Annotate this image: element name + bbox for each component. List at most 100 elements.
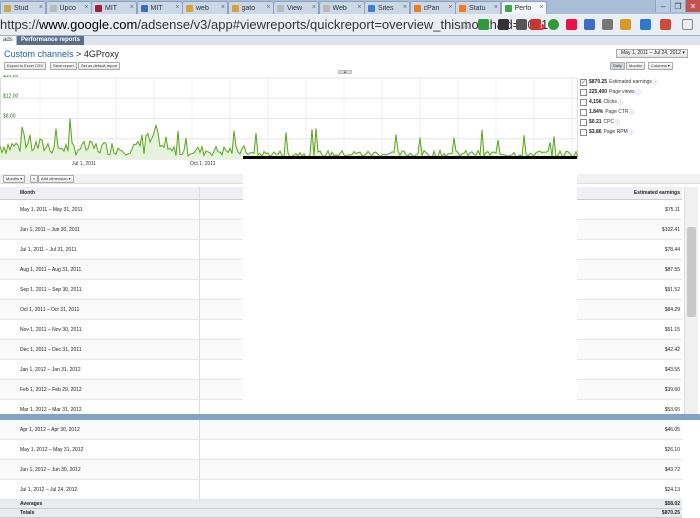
tab-close-icon[interactable]: ×	[312, 4, 316, 11]
column-divider	[199, 240, 200, 259]
save-report-button[interactable]: Save report	[50, 62, 77, 70]
extension-w-icon[interactable]	[640, 19, 651, 30]
tab-close-icon[interactable]: ×	[39, 4, 43, 11]
browser-tab[interactable]: cPan ×	[409, 1, 456, 14]
browser-tab[interactable]: Sites ×	[364, 1, 410, 14]
export-csv-button[interactable]: Export to Excel CSV	[4, 62, 47, 70]
bookmark-star-icon[interactable]: ☆	[460, 17, 472, 33]
tab-close-icon[interactable]: ×	[494, 4, 498, 11]
metric-checkbox[interactable]	[580, 88, 587, 96]
month-cell: Jan 1, 2012 – Jan 31, 2012	[20, 367, 81, 373]
extension-red-icon[interactable]	[566, 19, 577, 30]
metric-checkbox[interactable]	[580, 128, 587, 136]
browser-tab[interactable]: Statu ×	[455, 1, 501, 14]
tab-close-icon[interactable]: ×	[130, 4, 134, 11]
close-window-button[interactable]: ✕	[685, 0, 700, 12]
tab-close-icon[interactable]: ×	[266, 4, 270, 11]
column-header-month[interactable]: Month	[20, 187, 35, 200]
extension-gray-icon[interactable]	[602, 19, 613, 30]
month-cell: Aug 1, 2011 – Aug 31, 2011	[20, 267, 82, 273]
extension-blue-icon[interactable]	[584, 19, 595, 30]
help-icon[interactable]: ⓘ	[636, 89, 641, 96]
browser-tab[interactable]: Web ×	[318, 1, 365, 14]
column-divider	[199, 320, 200, 339]
earnings-cell: $87.55	[664, 267, 680, 273]
metric-checkbox[interactable]	[580, 108, 587, 116]
extension-lastpass-icon[interactable]	[660, 19, 671, 30]
metric-value: 4,156	[589, 99, 602, 105]
tab-close-icon[interactable]: ×	[84, 4, 88, 11]
column-divider	[199, 480, 200, 499]
columns-button[interactable]: Columns ▾	[648, 62, 673, 70]
table-row[interactable]: Jun 1, 2012 – Jun 30, 2012 $43.72	[0, 460, 682, 480]
tab-close-icon[interactable]: ×	[403, 4, 407, 11]
earnings-cell: $51.15	[664, 327, 680, 333]
dimension-months-select[interactable]: Months ▾	[3, 175, 26, 183]
browser-tab[interactable]: MIT ×	[91, 1, 137, 14]
earnings-cell: $24.13	[664, 487, 680, 493]
earnings-cell: $26.10	[664, 447, 680, 453]
metric-label: Page RPM	[603, 129, 628, 135]
browser-tab[interactable]: web ×	[182, 1, 228, 14]
breadcrumb-link-custom-channels[interactable]: Custom channels	[4, 49, 74, 59]
month-cell: Dec 1, 2011 – Dec 31, 2011	[20, 347, 82, 353]
nav-performance-reports-tab[interactable]: Performance reports	[17, 36, 85, 45]
metric-checkbox[interactable]	[580, 98, 587, 106]
window-controls: – ❐ ✕	[655, 0, 700, 12]
set-default-report-button[interactable]: Set as default report	[78, 62, 121, 70]
help-icon[interactable]: ⓘ	[615, 119, 620, 126]
table-row[interactable]: May 1, 2012 – May 31, 2012 $26.10	[0, 440, 682, 460]
tab-title: Perfo	[514, 4, 532, 12]
extension-badge: 1	[539, 24, 544, 30]
table-row[interactable]: Jul 1, 2012 – Jul 24, 2012 $24.13	[0, 480, 682, 500]
browser-tab[interactable]: Perfo ×	[500, 1, 547, 14]
collapse-chart-button[interactable]: ▲	[338, 70, 352, 74]
help-icon[interactable]: ⓘ	[653, 79, 658, 86]
tab-close-icon[interactable]: ×	[448, 4, 452, 11]
browser-tab[interactable]: Upco ×	[45, 1, 92, 14]
x-tick-label: Oct 1, 2011	[190, 161, 216, 167]
month-cell: Jul 1, 2011 – Jul 31, 2011	[20, 247, 77, 253]
date-range-picker[interactable]: May 1, 2011 – Jul 24, 2012 ▾	[616, 49, 688, 58]
column-header-earnings[interactable]: Estimated earnings	[634, 187, 680, 200]
extension-orange-icon[interactable]	[620, 19, 631, 30]
wrench-menu-icon[interactable]	[682, 19, 693, 30]
help-icon[interactable]: ⓘ	[629, 129, 634, 136]
extension-cloud-icon[interactable]	[548, 19, 559, 30]
browser-tab[interactable]: Stud ×	[0, 1, 46, 14]
add-dimension-button[interactable]: Add dimension ▾	[38, 175, 74, 183]
dimension-months-label: Months	[6, 176, 20, 181]
tab-close-icon[interactable]: ×	[539, 4, 543, 11]
monthly-button[interactable]: Months	[626, 62, 646, 70]
y-tick-label: $12.00	[3, 93, 19, 99]
vertical-scrollbar[interactable]	[684, 187, 698, 415]
remove-dimension-button[interactable]: »	[30, 175, 39, 183]
column-divider	[199, 380, 200, 399]
maximize-button[interactable]: ❐	[670, 0, 685, 12]
tab-title: cPan	[423, 4, 440, 12]
extension-icon[interactable]	[498, 19, 509, 30]
tab-close-icon[interactable]: ×	[175, 4, 179, 11]
metric-checkbox[interactable]	[580, 118, 587, 126]
tab-favicon-icon	[322, 4, 330, 12]
help-icon[interactable]: ⓘ	[618, 99, 623, 106]
browser-tab[interactable]: gato ×	[227, 1, 274, 14]
metric-label: Clicks	[603, 99, 617, 105]
metric-value: $870.25	[589, 79, 608, 85]
browser-tab[interactable]: View ×	[273, 1, 319, 14]
tab-close-icon[interactable]: ×	[221, 4, 225, 11]
metric-value: 225,400	[589, 89, 608, 95]
browser-tab[interactable]: MIT ×	[136, 1, 183, 14]
table-row[interactable]: Apr 1, 2012 – Apr 30, 2012 $46.05	[0, 420, 682, 440]
extension-evernote-icon[interactable]	[478, 19, 489, 30]
help-icon[interactable]: ⓘ	[630, 109, 635, 116]
extension-bucket-icon[interactable]	[516, 19, 527, 30]
tab-title: Stud	[14, 4, 29, 12]
nav-ads-tab[interactable]: ads	[0, 36, 17, 45]
minimize-button[interactable]: –	[655, 0, 670, 12]
scrollbar-thumb[interactable]	[687, 227, 696, 317]
tab-close-icon[interactable]: ×	[357, 4, 361, 11]
browser-tab-strip: Stud × Upco × MIT × MIT × web × gato × View × Web × Site…	[0, 0, 700, 14]
daily-button[interactable]: Daily	[610, 62, 625, 70]
metric-checkbox[interactable]: ✓	[580, 78, 587, 86]
